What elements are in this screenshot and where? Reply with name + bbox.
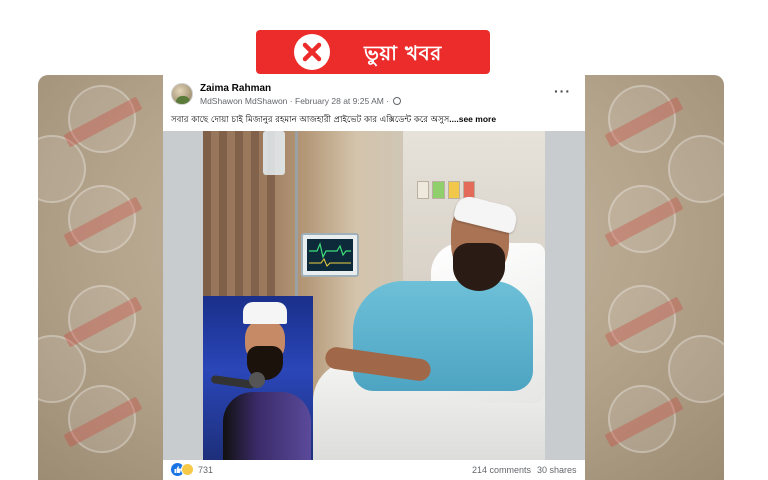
- shares-count[interactable]: 30 shares: [537, 465, 577, 475]
- see-more-link[interactable]: ....see more: [449, 114, 496, 124]
- iv-bag: [263, 131, 285, 175]
- patient-beard: [453, 243, 505, 291]
- more-options-icon[interactable]: ···: [554, 84, 571, 98]
- fact-check-graphic: ভুয়া খবর Zaima Rahman MdShawon MdShawon…: [0, 0, 768, 480]
- comments-count[interactable]: 214 comments: [472, 465, 531, 475]
- fact-check-seal-watermark: [668, 135, 724, 203]
- fake-news-label: ভুয়া খবর: [364, 41, 442, 65]
- post-meta: MdShawon MdShawon · February 28 at 9:25 …: [200, 96, 402, 106]
- inset-portrait: [203, 296, 313, 461]
- post-footer: 731 214 comments 30 shares: [163, 460, 585, 480]
- x-icon: [294, 34, 330, 70]
- sad-icon: [181, 463, 194, 476]
- fact-check-seal-watermark: [668, 335, 724, 403]
- facebook-post: Zaima Rahman MdShawon MdShawon · Februar…: [163, 75, 585, 480]
- meta-separator: ·: [386, 96, 390, 106]
- inset-robe: [223, 392, 311, 461]
- microphone-head: [249, 372, 265, 388]
- post-header: Zaima Rahman MdShawon MdShawon · Februar…: [163, 75, 585, 113]
- patient-monitor: [301, 233, 359, 277]
- post-photo[interactable]: [163, 131, 585, 469]
- reactions[interactable]: 731: [171, 463, 213, 476]
- author-name[interactable]: Zaima Rahman: [200, 83, 271, 94]
- caption-text: সবার কাছে দোয়া চাই মিজানুর রহমান আজহারী…: [171, 115, 450, 125]
- globe-icon: [393, 97, 402, 105]
- sub-author-name[interactable]: MdShawon MdShawon: [200, 96, 287, 106]
- monitor-screen: [307, 239, 353, 271]
- meta-separator: ·: [289, 96, 293, 106]
- post-timestamp[interactable]: February 28 at 9:25 AM: [295, 96, 384, 106]
- avatar[interactable]: [171, 83, 193, 105]
- reaction-count[interactable]: 731: [198, 465, 213, 475]
- inset-cap: [243, 302, 287, 324]
- fake-news-banner: ভুয়া খবর: [256, 30, 490, 74]
- post-caption: সবার কাছে দোয়া চাই মিজানুর রহমান আজহারী…: [171, 113, 581, 127]
